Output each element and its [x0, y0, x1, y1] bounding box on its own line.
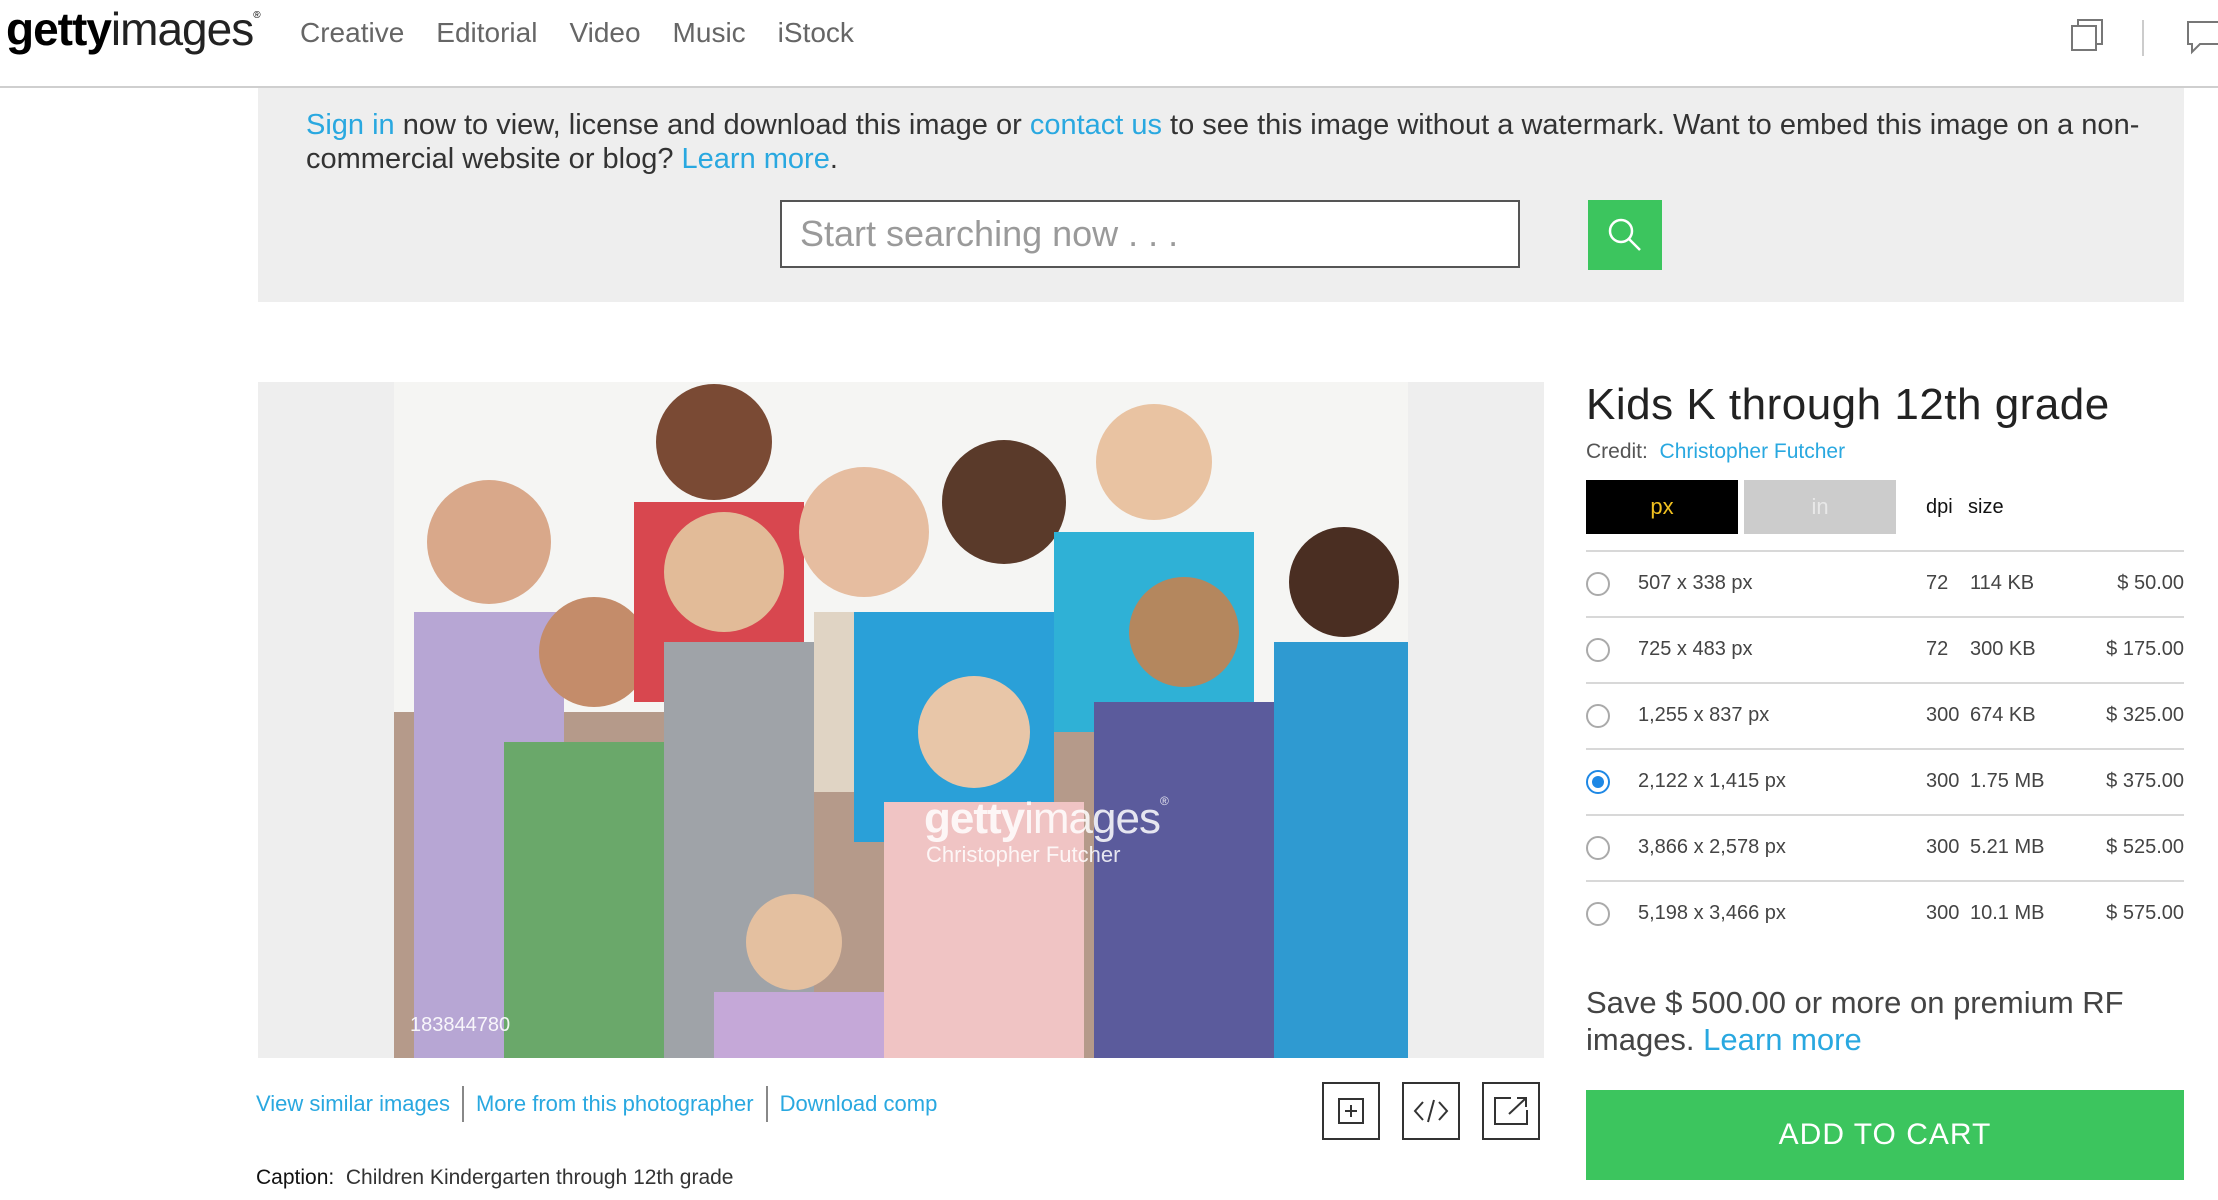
image-title: Kids K through 12th grade: [1586, 380, 2110, 429]
logo-mark: ®: [253, 10, 260, 21]
image-id: 183844780: [410, 1014, 511, 1036]
share-icon: [1494, 1097, 1528, 1125]
size-dimensions: 1,255 x 837 px: [1638, 704, 1770, 726]
size-dpi: 300: [1926, 704, 1960, 726]
boards-icon[interactable]: [2070, 18, 2104, 52]
size-price: $ 325.00: [2106, 704, 2184, 726]
size-radio[interactable]: [1586, 572, 1610, 596]
contact-us-link[interactable]: contact us: [1030, 109, 1162, 141]
premium-save-message: Save $ 500.00 or more on premium RF imag…: [1586, 984, 2186, 1058]
nav-creative[interactable]: Creative: [300, 17, 404, 49]
more-from-photographer-link[interactable]: More from this photographer: [476, 1091, 754, 1117]
nav-links: Creative Editorial Video Music iStock: [300, 17, 854, 49]
search-field: [780, 200, 1520, 268]
unit-tab-px[interactable]: px: [1586, 480, 1738, 534]
size-option-row[interactable]: 2,122 x 1,415 px 300 1.75 MB $ 375.00: [1586, 748, 2184, 814]
banner-text-3: .: [829, 143, 838, 175]
stock-photo[interactable]: gettyimages® Christopher Futcher 1838447…: [394, 382, 1408, 1058]
search-button[interactable]: [1588, 200, 1662, 270]
signin-banner: Sign in now to view, license and downloa…: [258, 88, 2184, 302]
caption-text: Children Kindergarten through 12th grade: [345, 1166, 734, 1189]
size-dpi: 72: [1926, 638, 1949, 660]
size-option-row[interactable]: 1,255 x 837 px 300 674 KB $ 325.00: [1586, 682, 2184, 748]
credit-photographer-link[interactable]: Christopher Futcher: [1660, 440, 1846, 463]
size-price: $ 525.00: [2106, 836, 2184, 858]
image-links: View similar images More from this photo…: [256, 1086, 937, 1122]
search-icon: [1608, 218, 1641, 251]
size-dimensions: 2,122 x 1,415 px: [1638, 770, 1786, 792]
size-options: 507 x 338 px 72 114 KB $ 50.00 725 x 483…: [1586, 550, 2184, 946]
size-dpi: 72: [1926, 572, 1949, 594]
size-price: $ 575.00: [2106, 902, 2184, 924]
size-option-row[interactable]: 3,866 x 2,578 px 300 5.21 MB $ 525.00: [1586, 814, 2184, 880]
size-radio-selected[interactable]: [1586, 770, 1610, 794]
image-credit: Credit: Christopher Futcher: [1586, 440, 1845, 464]
plus-box-icon: [1338, 1098, 1364, 1124]
size-radio[interactable]: [1586, 836, 1610, 860]
size-filesize: 5.21 MB: [1970, 836, 2045, 858]
size-filesize: 10.1 MB: [1970, 902, 2045, 924]
size-filesize: 114 KB: [1970, 572, 2035, 594]
caption-label: Caption:: [256, 1166, 335, 1189]
banner-message: Sign in now to view, license and downloa…: [306, 108, 2166, 176]
view-similar-link[interactable]: View similar images: [256, 1091, 450, 1117]
banner-text-1: now to view, license and download this i…: [394, 109, 1030, 141]
code-icon: [1413, 1099, 1449, 1123]
size-dimensions: 5,198 x 3,466 px: [1638, 902, 1786, 924]
size-price: $ 175.00: [2106, 638, 2184, 660]
credit-label: Credit:: [1586, 440, 1648, 463]
nav-video[interactable]: Video: [569, 17, 640, 49]
nav-separator: [2142, 20, 2144, 56]
size-dpi: 300: [1926, 902, 1960, 924]
save-learn-more-link[interactable]: Learn more: [1703, 1022, 1862, 1057]
download-comp-link[interactable]: Download comp: [780, 1091, 938, 1117]
size-price: $ 375.00: [2106, 770, 2184, 792]
size-dimensions: 725 x 483 px: [1638, 638, 1753, 660]
watermark-credit: Christopher Futcher: [926, 842, 1121, 867]
size-price: $ 50.00: [2117, 572, 2184, 594]
photo-illustration: [394, 382, 1408, 1058]
size-radio[interactable]: [1586, 902, 1610, 926]
image-frame: gettyimages® Christopher Futcher 1838447…: [258, 382, 1544, 1058]
sign-in-link[interactable]: Sign in: [306, 109, 395, 141]
size-radio[interactable]: [1586, 638, 1610, 662]
size-dpi: 300: [1926, 836, 1960, 858]
size-filesize: 1.75 MB: [1970, 770, 2045, 792]
nav-istock[interactable]: iStock: [778, 17, 854, 49]
logo-light: images: [110, 3, 254, 55]
size-filesize: 300 KB: [1970, 638, 2036, 660]
column-header-dpi: dpi: [1926, 496, 1953, 518]
watermark-logo: gettyimages®: [924, 794, 1169, 843]
size-option-row[interactable]: 725 x 483 px 72 300 KB $ 175.00: [1586, 616, 2184, 682]
size-radio[interactable]: [1586, 704, 1610, 728]
nav-editorial[interactable]: Editorial: [436, 17, 537, 49]
top-navigation: gettyimages® Creative Editorial Video Mu…: [0, 0, 2218, 88]
link-separator: [765, 1086, 768, 1122]
unit-tab-in[interactable]: in: [1744, 480, 1896, 534]
size-option-row[interactable]: 507 x 338 px 72 114 KB $ 50.00: [1586, 550, 2184, 616]
share-button[interactable]: [1482, 1082, 1540, 1140]
column-header-size: size: [1968, 496, 2004, 518]
size-dimensions: 3,866 x 2,578 px: [1638, 836, 1786, 858]
add-to-cart-button[interactable]: ADD TO CART: [1586, 1090, 2184, 1180]
add-to-board-button[interactable]: [1322, 1082, 1380, 1140]
size-option-row[interactable]: 5,198 x 3,466 px 300 10.1 MB $ 575.00: [1586, 880, 2184, 946]
learn-more-link[interactable]: Learn more: [682, 143, 830, 175]
nav-music[interactable]: Music: [673, 17, 746, 49]
size-dpi: 300: [1926, 770, 1960, 792]
size-dimensions: 507 x 338 px: [1638, 572, 1753, 594]
embed-button[interactable]: [1402, 1082, 1460, 1140]
gettyimages-logo[interactable]: gettyimages®: [6, 2, 261, 56]
size-filesize: 674 KB: [1970, 704, 2036, 726]
chat-icon[interactable]: [2186, 20, 2218, 56]
logo-bold: getty: [6, 3, 112, 55]
link-separator: [461, 1086, 464, 1122]
image-caption: Caption: Children Kindergarten through 1…: [256, 1166, 734, 1190]
search-input[interactable]: [782, 202, 1518, 266]
